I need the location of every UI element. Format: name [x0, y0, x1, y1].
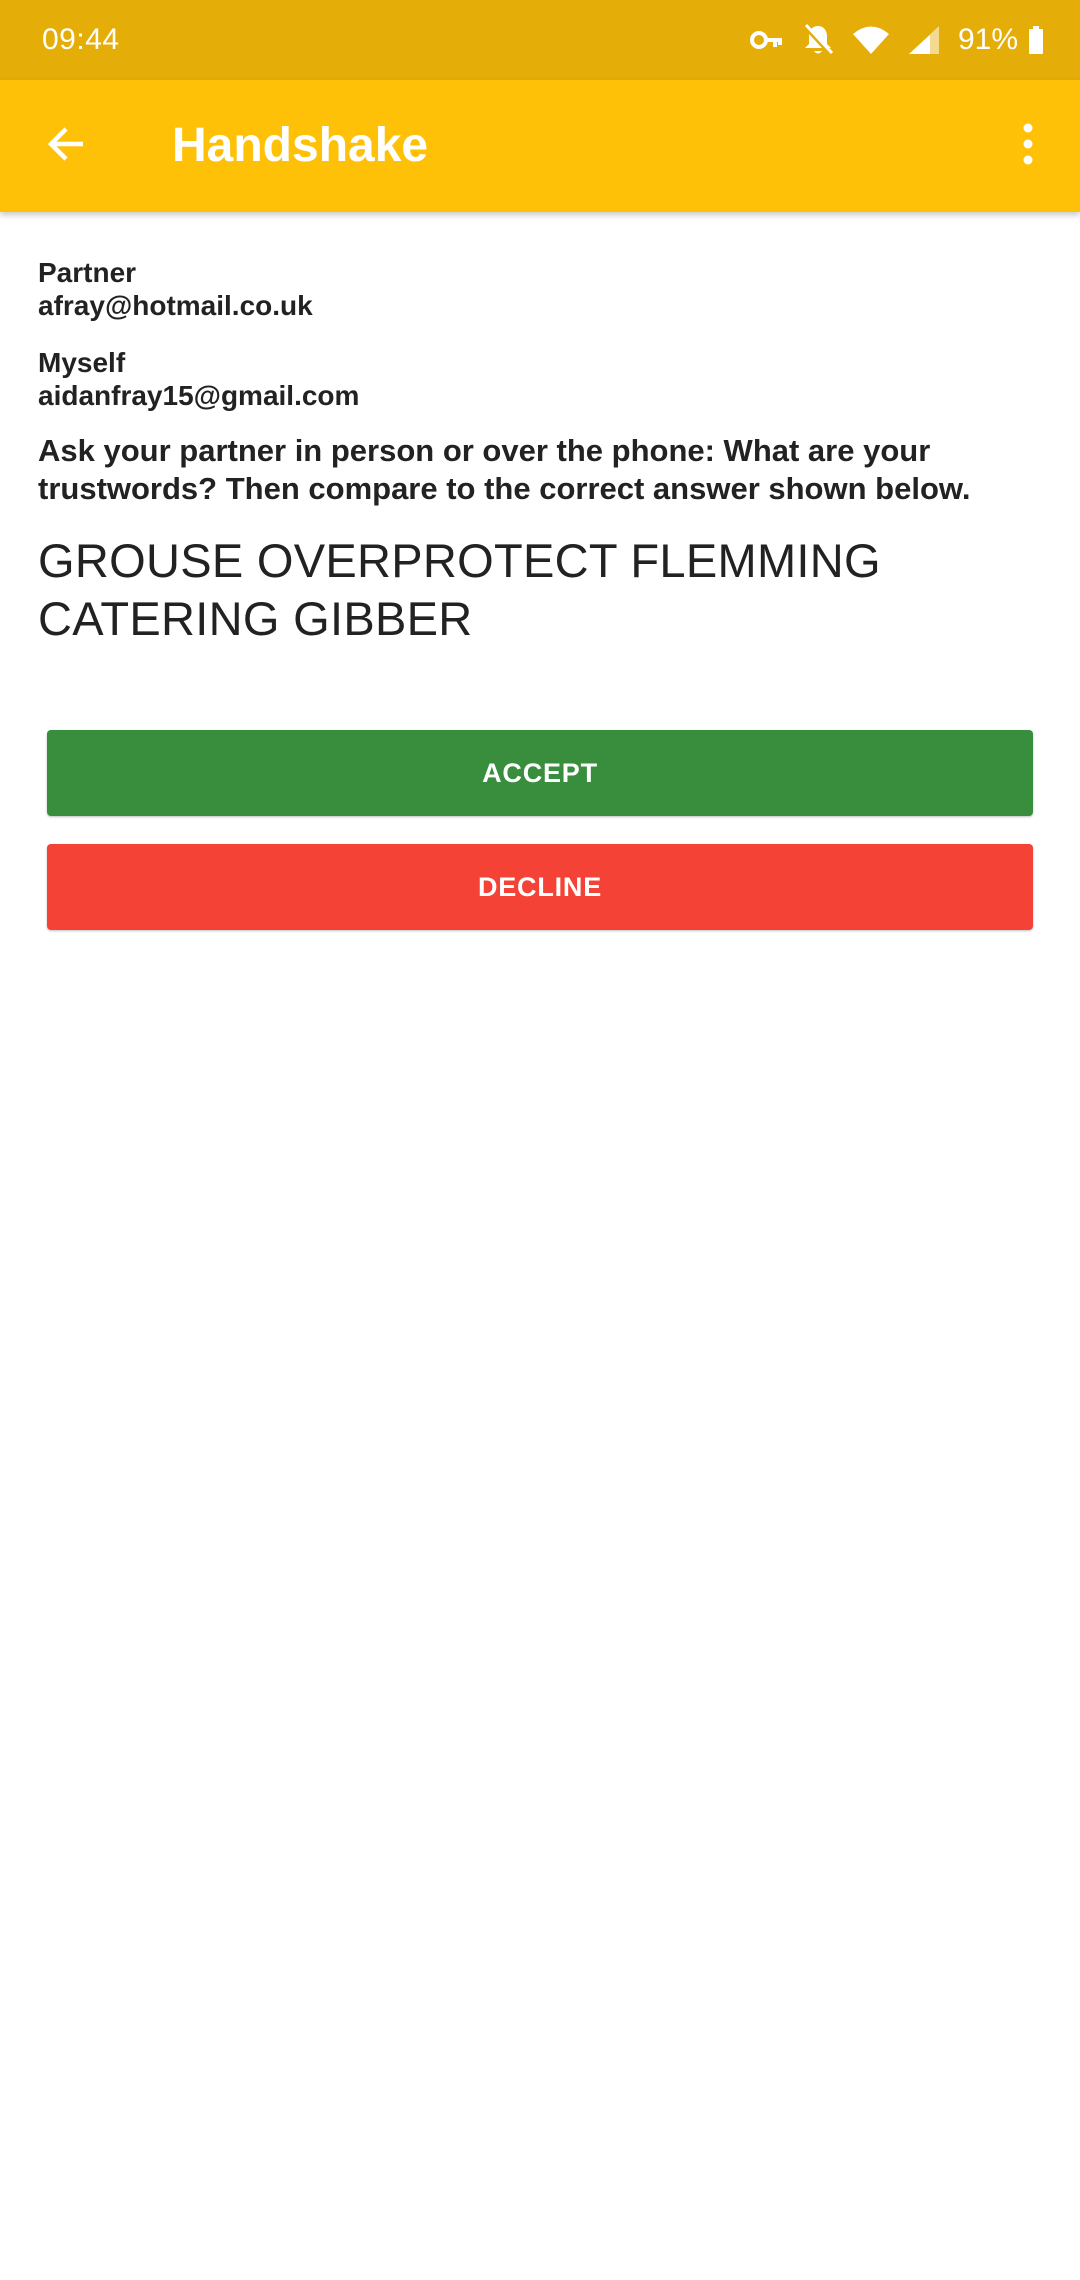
- back-button[interactable]: [28, 108, 104, 184]
- notifications-off-icon: [802, 23, 834, 57]
- cell-signal-icon: [908, 25, 940, 55]
- overflow-menu-icon: [1022, 123, 1034, 170]
- overflow-menu-button[interactable]: [990, 108, 1066, 184]
- back-arrow-icon: [45, 123, 87, 170]
- decline-button[interactable]: DECLINE: [47, 844, 1033, 930]
- myself-section: Myself aidanfray15@gmail.com: [38, 346, 359, 412]
- page-title: Handshake: [172, 119, 429, 172]
- partner-email: afray@hotmail.co.uk: [38, 290, 313, 321]
- status-icons: 91%: [732, 18, 1044, 62]
- partner-section: Partner afray@hotmail.co.uk: [38, 256, 313, 322]
- battery-percent: 91%: [957, 23, 1018, 56]
- accept-button[interactable]: ACCEPT: [47, 730, 1033, 816]
- trustwords: GROUSE OVERPROTECT FLEMMING CATERING GIB…: [38, 534, 881, 645]
- wifi-icon: [852, 25, 890, 55]
- battery-icon: [1028, 26, 1044, 54]
- vpn-key-icon: [749, 29, 784, 51]
- app-bar: Handshake: [0, 80, 1080, 212]
- instruction-text: Ask your partner in person or over the p…: [38, 433, 971, 506]
- partner-label: Partner: [38, 257, 137, 288]
- status-bar: 09:44 91%: [0, 0, 1080, 80]
- myself-email: aidanfray15@gmail.com: [38, 380, 360, 411]
- myself-label: Myself: [38, 347, 126, 378]
- status-time: 09:44: [42, 23, 120, 56]
